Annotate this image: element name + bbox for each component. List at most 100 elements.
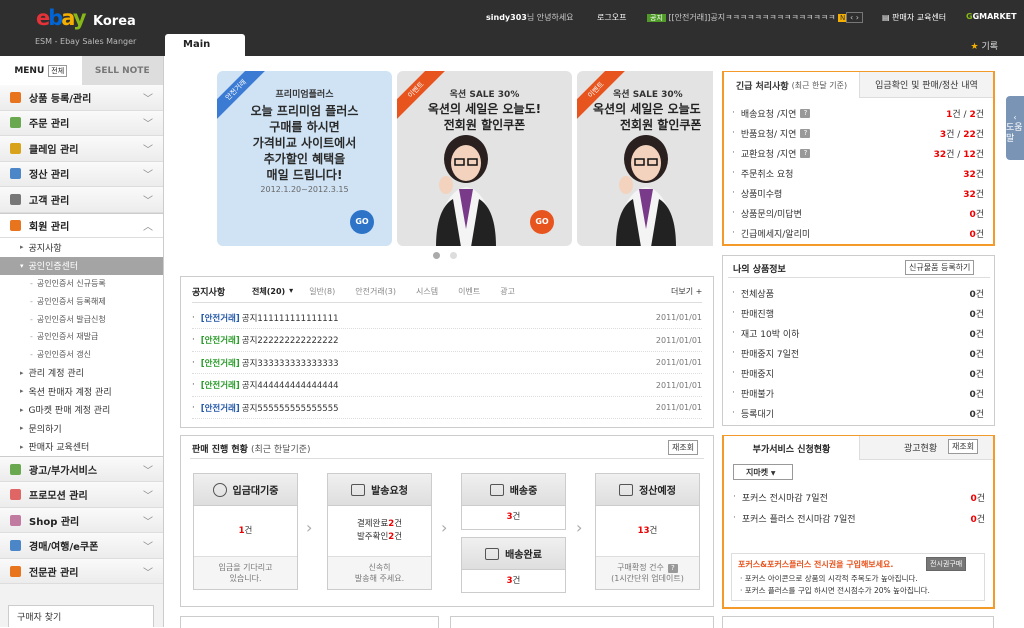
sidebar-item-member[interactable]: 회원 관리 ︿ [0,212,163,238]
status-shipping[interactable]: 배송중 3건 [461,473,566,530]
sidebar-item-menus_top-4[interactable]: 고객 관리 ﹀ [0,187,163,213]
notice-tab[interactable]: 시스템 [416,286,438,297]
register-product-button[interactable]: 신규물품 등록하기 [905,260,975,275]
sidebar-sub-cert-center[interactable]: ▾ 공인인증센터 [0,256,163,275]
tab-addon-service[interactable]: 부가서비스 신청현황 [724,436,859,460]
sidebar-cert-item[interactable]: - 공인인증서 재발급 [0,328,163,346]
myinfo-row[interactable]: · 판매중지 0건 [732,363,984,383]
notice-row[interactable]: · [안전거래] 공지111111111111111 2011/01/01 [192,307,702,329]
banner-sale-1[interactable]: 이벤트 옥션 SALE 30% 옥션의 세일은 오늘도! 전회원 할인쿠폰 GO [397,71,572,246]
urgent-row[interactable]: · 배송요청 /지연? 1건 / 2건 [732,103,984,123]
notice-tab[interactable]: 전체(20) [252,286,285,297]
record-link[interactable]: ★ 기록 [970,39,998,52]
bullet-icon: · [732,108,735,118]
sidebar-cert-item[interactable]: - 공인인증서 신규등록 [0,275,163,293]
sidebar-sub-notice[interactable]: ▸ 공지사항 [0,238,163,257]
urgent-row[interactable]: · 상품미수령 32건 [732,183,984,203]
notice-more-link[interactable]: 더보기 + [671,286,702,297]
myinfo-row[interactable]: · 재고 10박 이하 0건 [732,323,984,343]
banner-go-button[interactable]: GO [350,210,374,234]
notice-row[interactable]: · [안전거래] 공지333333333333333 2011/01/01 [192,352,702,374]
help-icon[interactable]: ? [800,108,811,118]
market-select[interactable]: 지마켓 ▼ [733,464,793,480]
sidebar-sub-item[interactable]: ▸ G마켓 판매 계정 관리 [0,400,163,419]
addon-row[interactable]: · 포커스 전시마감 7일전 0건 [733,487,985,507]
status-ship-request[interactable]: 발송요청 결제완료2건 발주확인2건 신속히 발송해 주세요. [327,473,432,590]
tab-settlement-history[interactable]: 입금확인 및 판매/정산 내역 [859,72,993,98]
status-delivered[interactable]: 배송완료 3건 [461,537,566,593]
pager-dot-2[interactable] [450,252,457,259]
urgent-row[interactable]: · 상품문의/미답변 0건 [732,203,984,223]
sidebar-item-label: 프로모션 관리 [29,491,88,503]
seller-edu-link[interactable]: ▤ 판매자 교육센터 [882,12,946,23]
sidebar-sub-item[interactable]: ▸ 옥션 판매자 계정 관리 [0,381,163,401]
tab-sell-note[interactable]: SELL NOTE [81,56,163,85]
logout-link[interactable]: 로그오프 [597,12,626,23]
help-icon[interactable]: ? [800,148,811,158]
status-wait-payment[interactable]: 입금대기중 1건 입금을 기다리고 있습니다. [193,473,298,590]
notice-row[interactable]: · [안전거래] 공지222222222222222 2011/01/01 [192,330,702,352]
sidebar-item-menus_top-3[interactable]: 정산 관리 ﹀ [0,161,163,187]
urgent-row[interactable]: · 반품요청/ 지연? 3건 / 22건 [732,123,984,143]
sidebar-item-menus_bottom-4[interactable]: 전문관 관리 ﹀ [0,558,163,585]
sidebar-sub-item[interactable]: ▸ 관리 계정 관리 [0,363,163,382]
myinfo-label: 등록대기 [740,409,774,420]
sidebar-cert-label: 공인인증서 등록해제 [36,297,106,307]
member-icon [10,219,21,231]
sidebar-cert-item[interactable]: - 공인인증서 발급신청 [0,310,163,329]
notice-tag: [안전거래] [200,313,240,324]
sidebar-item-menus_top-1[interactable]: 주문 관리 ﹀ [0,110,163,136]
top-notice[interactable]: 공지 [[안전거래]]공지ㅋㅋㅋㅋㅋㅋㅋㅋㅋㅋㅋㅋㅋㅋㅋ N [647,12,848,23]
myinfo-label: 판매중지 [740,369,774,380]
banner-sale-2[interactable]: 이벤트 옥션 SALE 30% 옥션의 세일은 오늘도 전회원 할인쿠폰 [577,71,713,246]
buyer-search-box[interactable]: 구매자 찾기 [8,605,154,627]
notice-tab[interactable]: 일반(8) [309,286,335,297]
sidebar-item-menus_bottom-2[interactable]: Shop 관리 ﹀ [0,507,163,534]
tab-main[interactable]: Main [165,34,245,56]
tab-menu[interactable]: MENU 전체 [0,56,82,85]
banner-pager[interactable] [433,252,467,262]
chevron-left-icon: ‹ [1013,112,1017,122]
myinfo-row[interactable]: · 판매중지 7일전 0건 [732,343,984,363]
urgent-row[interactable]: · 긴급메세지/알리미 0건 [732,223,984,243]
gmarket-link[interactable]: GGMARKET [966,12,1017,21]
urgent-row[interactable]: · 교환요청 /지연? 32건 / 12건 [732,143,984,163]
sidebar-item-menus_top-2[interactable]: 클레임 관리 ﹀ [0,136,163,162]
notice-row[interactable]: · [안전거래] 공지555555555555555 2011/01/01 [192,397,702,419]
help-icon[interactable]: ? [800,128,811,138]
sidebar-item-menus_bottom-3[interactable]: 경매/여행/e쿠폰 ﹀ [0,533,163,559]
notice-tab[interactable]: 안전거래(3) [355,286,396,297]
help-side-tab[interactable]: ‹ 도움말 [1006,96,1024,160]
sidebar-item-menus_top-0[interactable]: 상품 등록/관리 ﹀ [0,85,163,111]
banner-premium-plus[interactable]: 안전거래 프리미엄플러스 오늘 프리미엄 플러스 구매를 하시면 가격비교 사이트에… [217,71,392,246]
pager-dot-1[interactable] [433,252,440,259]
banner-go-button[interactable]: GO [530,210,554,234]
sidebar-cert-item[interactable]: - 공인인증서 갱신 [0,345,163,364]
ebay-korea-logo[interactable]: ebay Korea [36,6,146,32]
myinfo-row[interactable]: · 판매진행 0건 [732,303,984,323]
help-icon[interactable]: ? [667,564,678,573]
notice-prev-next-icon[interactable]: ‹ › [846,12,863,23]
notice-tab[interactable]: 광고 [500,286,515,297]
progress-refresh-button[interactable]: 재조회 [668,440,699,455]
notice-row[interactable]: · [안전거래] 공지444444444444444 2011/01/01 [192,375,702,397]
sidebar-item-menus_bottom-0[interactable]: 광고/부가서비스 ﹀ [0,456,163,483]
myinfo-row[interactable]: · 등록대기 0건 [732,403,984,423]
sidebar-cert-item[interactable]: - 공인인증서 등록해제 [0,292,163,311]
myinfo-row[interactable]: · 전체상품 0건 [732,283,984,303]
addon-refresh-button[interactable]: 재조회 [948,439,979,454]
promo-buy-button[interactable]: 전시권구매 [926,557,967,571]
myinfo-label: 판매중지 7일전 [740,349,800,360]
sidebar-item-menus_bottom-1[interactable]: 프로모션 관리 ﹀ [0,482,163,508]
notice-tab[interactable]: 이벤트 [458,286,480,297]
addon-row[interactable]: · 포커스 플러스 전시마감 7일전 0건 [733,508,985,528]
myinfo-row[interactable]: · 판매불가 0건 [732,383,984,403]
urgent-row[interactable]: · 주문취소 요청 32건 [732,163,984,183]
bullet-icon: · [732,348,735,358]
tab-urgent[interactable]: 긴급 처리사항 (최근 한달 기준) [724,72,859,98]
sidebar-sub-item[interactable]: ▸ 판매자 교육센터 [0,437,163,456]
myinfo-label: 전체상품 [740,289,774,300]
sidebar-sub-item[interactable]: ▸ 문의하기 [0,418,163,438]
status-settle-scheduled[interactable]: 정산예정 13건 구매확정 건수? (1시간단위 업데이트) [595,473,700,590]
menu-all-button[interactable]: 전체 [48,64,68,77]
